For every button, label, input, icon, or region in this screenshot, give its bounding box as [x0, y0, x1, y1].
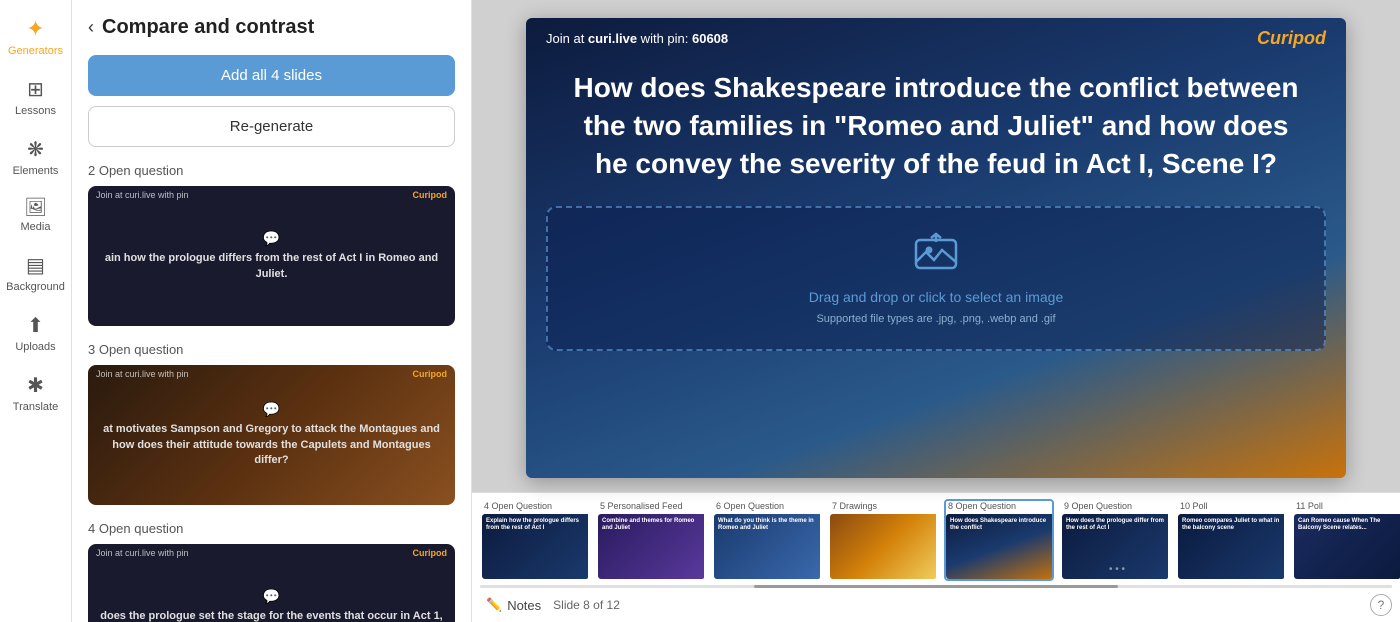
- slide-question: How does Shakespeare introduce the confl…: [526, 59, 1346, 198]
- join-text: Join at curi.live with pin: 60608: [546, 31, 728, 46]
- filmstrip-bottom: ✏️ Notes Slide 8 of 12 ?: [472, 592, 1400, 622]
- filmstrip-thumb-6: What do you think is the theme in Romeo …: [714, 514, 822, 579]
- sidebar-item-uploads-label: Uploads: [15, 341, 55, 353]
- sidebar-item-generators-label: Generators: [8, 45, 63, 57]
- slide-canvas-area: Join at curi.live with pin: 60608 Curipo…: [472, 0, 1400, 492]
- notes-button[interactable]: ✏️ Notes: [480, 594, 547, 616]
- filmstrip-thumb-5: Combine and themes for Romeo and Juliet: [598, 514, 706, 579]
- curipod-logo-thumb2: Curipod: [413, 190, 448, 200]
- filmstrip-label-5: 5 Personalised Feed: [598, 501, 704, 511]
- filmstrip-slide-6[interactable]: 6 Open Question What do you think is the…: [712, 499, 822, 581]
- generators-icon: ✦: [26, 16, 44, 42]
- sidebar: ✦ Generators ⊞ Lessons ❋ Elements 🖼 Medi…: [0, 0, 72, 622]
- panel-slide-3: 3 Open question Join at curi.live with p…: [88, 342, 455, 521]
- slide-count: Slide 8 of 12: [553, 598, 620, 612]
- filmstrip-slide-11[interactable]: 11 Poll Can Romeo cause When The Balcony…: [1292, 499, 1400, 581]
- main-area: Join at curi.live with pin: 60608 Curipo…: [472, 0, 1400, 622]
- filmstrip-scrollbar: [480, 585, 1392, 588]
- sidebar-item-uploads[interactable]: ⬆ Uploads: [4, 305, 68, 361]
- slide-2-label: 2 Open question: [88, 163, 455, 178]
- filmstrip-label-7: 7 Drawings: [830, 501, 936, 511]
- filmstrip-slide-7[interactable]: 7 Drawings: [828, 499, 938, 581]
- sidebar-item-lessons-label: Lessons: [15, 105, 56, 117]
- panel-slide-4: 4 Open question Join at curi.live with p…: [88, 521, 455, 622]
- filmstrip-thumb-8: How does Shakespeare introduce the confl…: [946, 514, 1054, 579]
- question-icon-2: 💬: [100, 230, 443, 247]
- background-icon: ▤: [26, 253, 45, 278]
- sidebar-item-media[interactable]: 🖼 Media: [4, 189, 68, 241]
- sidebar-item-elements[interactable]: ❋ Elements: [4, 129, 68, 185]
- slide-canvas: Join at curi.live with pin: 60608 Curipo…: [526, 18, 1346, 478]
- sidebar-item-background-label: Background: [6, 281, 65, 293]
- curipod-logo-thumb3: Curipod: [413, 369, 448, 379]
- panel-slide-2: 2 Open question Join at curi.live with p…: [88, 163, 455, 342]
- question-icon-3: 💬: [100, 401, 443, 418]
- filmstrip-label-10: 10 Poll: [1178, 501, 1284, 511]
- back-arrow-icon[interactable]: ‹: [88, 17, 94, 38]
- drop-text-sub: Supported file types are .jpg, .png, .we…: [816, 313, 1055, 325]
- slide-2-text: ain how the prologue differs from the re…: [100, 251, 443, 282]
- uploads-icon: ⬆: [27, 313, 44, 338]
- filmstrip-slide-4[interactable]: 4 Open Question Explain how the prologue…: [480, 499, 590, 581]
- filmstrip-slide-9[interactable]: 9 Open Question How does the prologue di…: [1060, 499, 1170, 581]
- image-drop-icon: [914, 232, 958, 281]
- sidebar-item-elements-label: Elements: [13, 165, 59, 177]
- help-button[interactable]: ?: [1370, 594, 1392, 616]
- slide-top-bar: Join at curi.live with pin: 60608 Curipo…: [526, 18, 1346, 59]
- slide-3-text: at motivates Sampson and Gregory to atta…: [100, 422, 443, 468]
- notes-pencil-icon: ✏️: [486, 597, 502, 613]
- regenerate-button[interactable]: Re-generate: [88, 106, 455, 147]
- filmstrip-label-8: 8 Open Question: [946, 501, 1052, 511]
- media-icon: 🖼: [24, 197, 47, 218]
- add-all-slides-button[interactable]: Add all 4 slides: [88, 55, 455, 96]
- slide-2-thumbnail[interactable]: Join at curi.live with pin Curipod 💬 ain…: [88, 186, 455, 326]
- sidebar-item-generators[interactable]: ✦ Generators: [4, 8, 68, 65]
- filmstrip-slide-10[interactable]: 10 Poll Romeo compares Juliet to what in…: [1176, 499, 1286, 581]
- elements-icon: ❋: [27, 137, 44, 162]
- lessons-icon: ⊞: [27, 77, 44, 102]
- filmstrip-scrollbar-thumb: [754, 585, 1119, 588]
- filmstrip-scroll[interactable]: 4 Open Question Explain how the prologue…: [472, 493, 1400, 585]
- filmstrip-label-11: 11 Poll: [1294, 501, 1400, 511]
- sidebar-item-translate-label: Translate: [13, 401, 58, 413]
- curipod-logo-thumb4: Curipod: [413, 548, 448, 558]
- slide-4-thumbnail[interactable]: Join at curi.live with pin Curipod 💬 doe…: [88, 544, 455, 622]
- sidebar-item-background[interactable]: ▤ Background: [4, 245, 68, 301]
- generator-panel: ‹ Compare and contrast Add all 4 slides …: [72, 0, 472, 622]
- filmstrip-thumb-10: Romeo compares Juliet to what in the bal…: [1178, 514, 1286, 579]
- filmstrip-label-4: 4 Open Question: [482, 501, 588, 511]
- drop-text-main: Drag and drop or click to select an imag…: [809, 289, 1063, 305]
- question-icon-4: 💬: [100, 588, 443, 605]
- slide-3-thumbnail[interactable]: Join at curi.live with pin Curipod 💬 at …: [88, 365, 455, 505]
- pin-number: 60608: [692, 31, 728, 46]
- filmstrip-thumb-4: Explain how the prologue differs from th…: [482, 514, 590, 579]
- panel-title: Compare and contrast: [102, 16, 314, 39]
- slide-4-label: 4 Open question: [88, 521, 455, 536]
- filmstrip-thumb-7: [830, 514, 938, 579]
- filmstrip-thumb-11: Can Romeo cause When The Balcony Scene r…: [1294, 514, 1400, 579]
- filmstrip-label-6: 6 Open Question: [714, 501, 820, 511]
- filmstrip-label-9: 9 Open Question: [1062, 501, 1168, 511]
- filmstrip-slide-8[interactable]: 8 Open Question How does Shakespeare int…: [944, 499, 1054, 581]
- slide-4-text: does the prologue set the stage for the …: [100, 609, 443, 622]
- filmstrip-thumb-9: How does the prologue differ from the re…: [1062, 514, 1170, 579]
- notes-label: Notes: [507, 598, 541, 613]
- translate-icon: ✱: [27, 373, 44, 398]
- filmstrip-slide-5[interactable]: 5 Personalised Feed Combine and themes f…: [596, 499, 706, 581]
- panel-header: ‹ Compare and contrast: [88, 16, 455, 39]
- slide-3-label: 3 Open question: [88, 342, 455, 357]
- sidebar-item-lessons[interactable]: ⊞ Lessons: [4, 69, 68, 125]
- sidebar-item-media-label: Media: [21, 221, 51, 233]
- curipod-brand: Curipod: [1257, 28, 1326, 49]
- filmstrip-area: 4 Open Question Explain how the prologue…: [472, 492, 1400, 622]
- sidebar-item-translate[interactable]: ✱ Translate: [4, 365, 68, 421]
- image-drop-zone[interactable]: Drag and drop or click to select an imag…: [546, 206, 1326, 351]
